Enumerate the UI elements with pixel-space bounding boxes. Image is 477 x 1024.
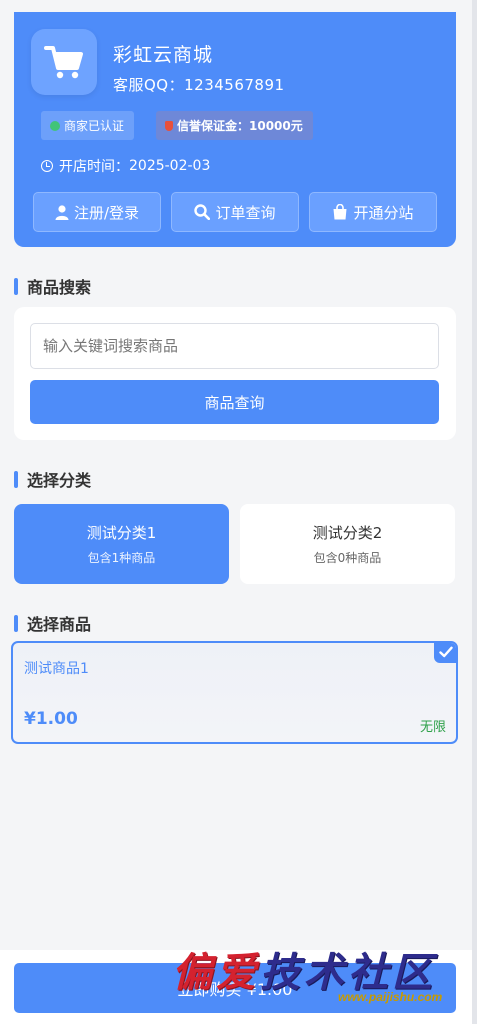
order-query-button[interactable]: 订单查询: [171, 192, 299, 232]
title-accent-bar: [14, 614, 18, 632]
search-section-title: 商品搜索: [14, 274, 91, 298]
store-header-card: 彩虹云商城 客服QQ：1234567891 商家已认证 信誉保证金：10000元…: [14, 12, 456, 247]
scrollbar-track[interactable]: [472, 0, 477, 1024]
cart-icon: [44, 46, 83, 79]
open-time-value: 2025-02-03: [129, 158, 211, 174]
search-input[interactable]: [30, 323, 439, 369]
register-login-label: 注册/登录: [73, 203, 140, 222]
product-title-text: 选择商品: [27, 615, 92, 634]
product-name: 测试商品1: [24, 661, 89, 677]
verified-icon: [50, 120, 60, 131]
order-query-label: 订单查询: [215, 203, 276, 222]
search-title-text: 商品搜索: [27, 278, 92, 297]
deposit-badge: 信誉保证金：10000元: [156, 111, 313, 140]
open-time: 开店时间： 2025-02-03: [41, 156, 210, 176]
page: 彩虹云商城 客服QQ：1234567891 商家已认证 信誉保证金：10000元…: [0, 0, 477, 1024]
register-login-button[interactable]: 注册/登录: [33, 192, 161, 232]
category-count: 包含0种商品: [313, 551, 382, 565]
product-card-1[interactable]: 测试商品1 ¥1.00 无限: [11, 641, 458, 744]
open-branch-label: 开通分站: [353, 203, 414, 222]
title-accent-bar: [14, 277, 18, 295]
product-search-button[interactable]: 商品查询: [30, 380, 439, 424]
user-icon: [55, 204, 69, 220]
open-branch-button[interactable]: 开通分站: [309, 192, 437, 232]
buy-now-button[interactable]: 立即购买 ¥1.00: [14, 963, 456, 1013]
category-card-2[interactable]: 测试分类2 包含0种商品: [240, 504, 455, 584]
shopping-bag-icon: [333, 204, 347, 220]
selected-check-icon: [434, 643, 456, 663]
store-logo: [31, 29, 97, 95]
search-card: 商品查询: [14, 307, 456, 440]
category-count: 包含1种商品: [87, 551, 156, 565]
product-section-title: 选择商品: [14, 611, 91, 635]
verified-badge: 商家已认证: [41, 111, 135, 140]
checkmark-icon: [439, 646, 453, 658]
category-section-title: 选择分类: [14, 467, 91, 491]
product-price: ¥1.00: [24, 709, 78, 729]
deposit-label: 信誉保证金：10000元: [177, 119, 303, 133]
clock-icon: [41, 160, 53, 172]
category-name: 测试分类2: [312, 524, 383, 542]
verified-label: 商家已认证: [64, 119, 125, 133]
store-name: 彩虹云商城: [113, 44, 214, 66]
product-stock: 无限: [419, 720, 446, 735]
qq-label: 客服QQ：: [113, 76, 185, 94]
shield-icon: [165, 120, 173, 131]
title-accent-bar: [14, 470, 18, 488]
search-icon: [194, 204, 211, 220]
category-title-text: 选择分类: [27, 471, 92, 490]
bottom-bar: 立即购买 ¥1.00: [0, 950, 477, 1024]
category-name: 测试分类1: [86, 524, 157, 542]
open-time-label: 开店时间：: [59, 159, 129, 175]
category-card-1[interactable]: 测试分类1 包含1种商品: [14, 504, 229, 584]
store-qq: 客服QQ：1234567891: [113, 74, 285, 95]
qq-number[interactable]: 1234567891: [184, 76, 284, 94]
